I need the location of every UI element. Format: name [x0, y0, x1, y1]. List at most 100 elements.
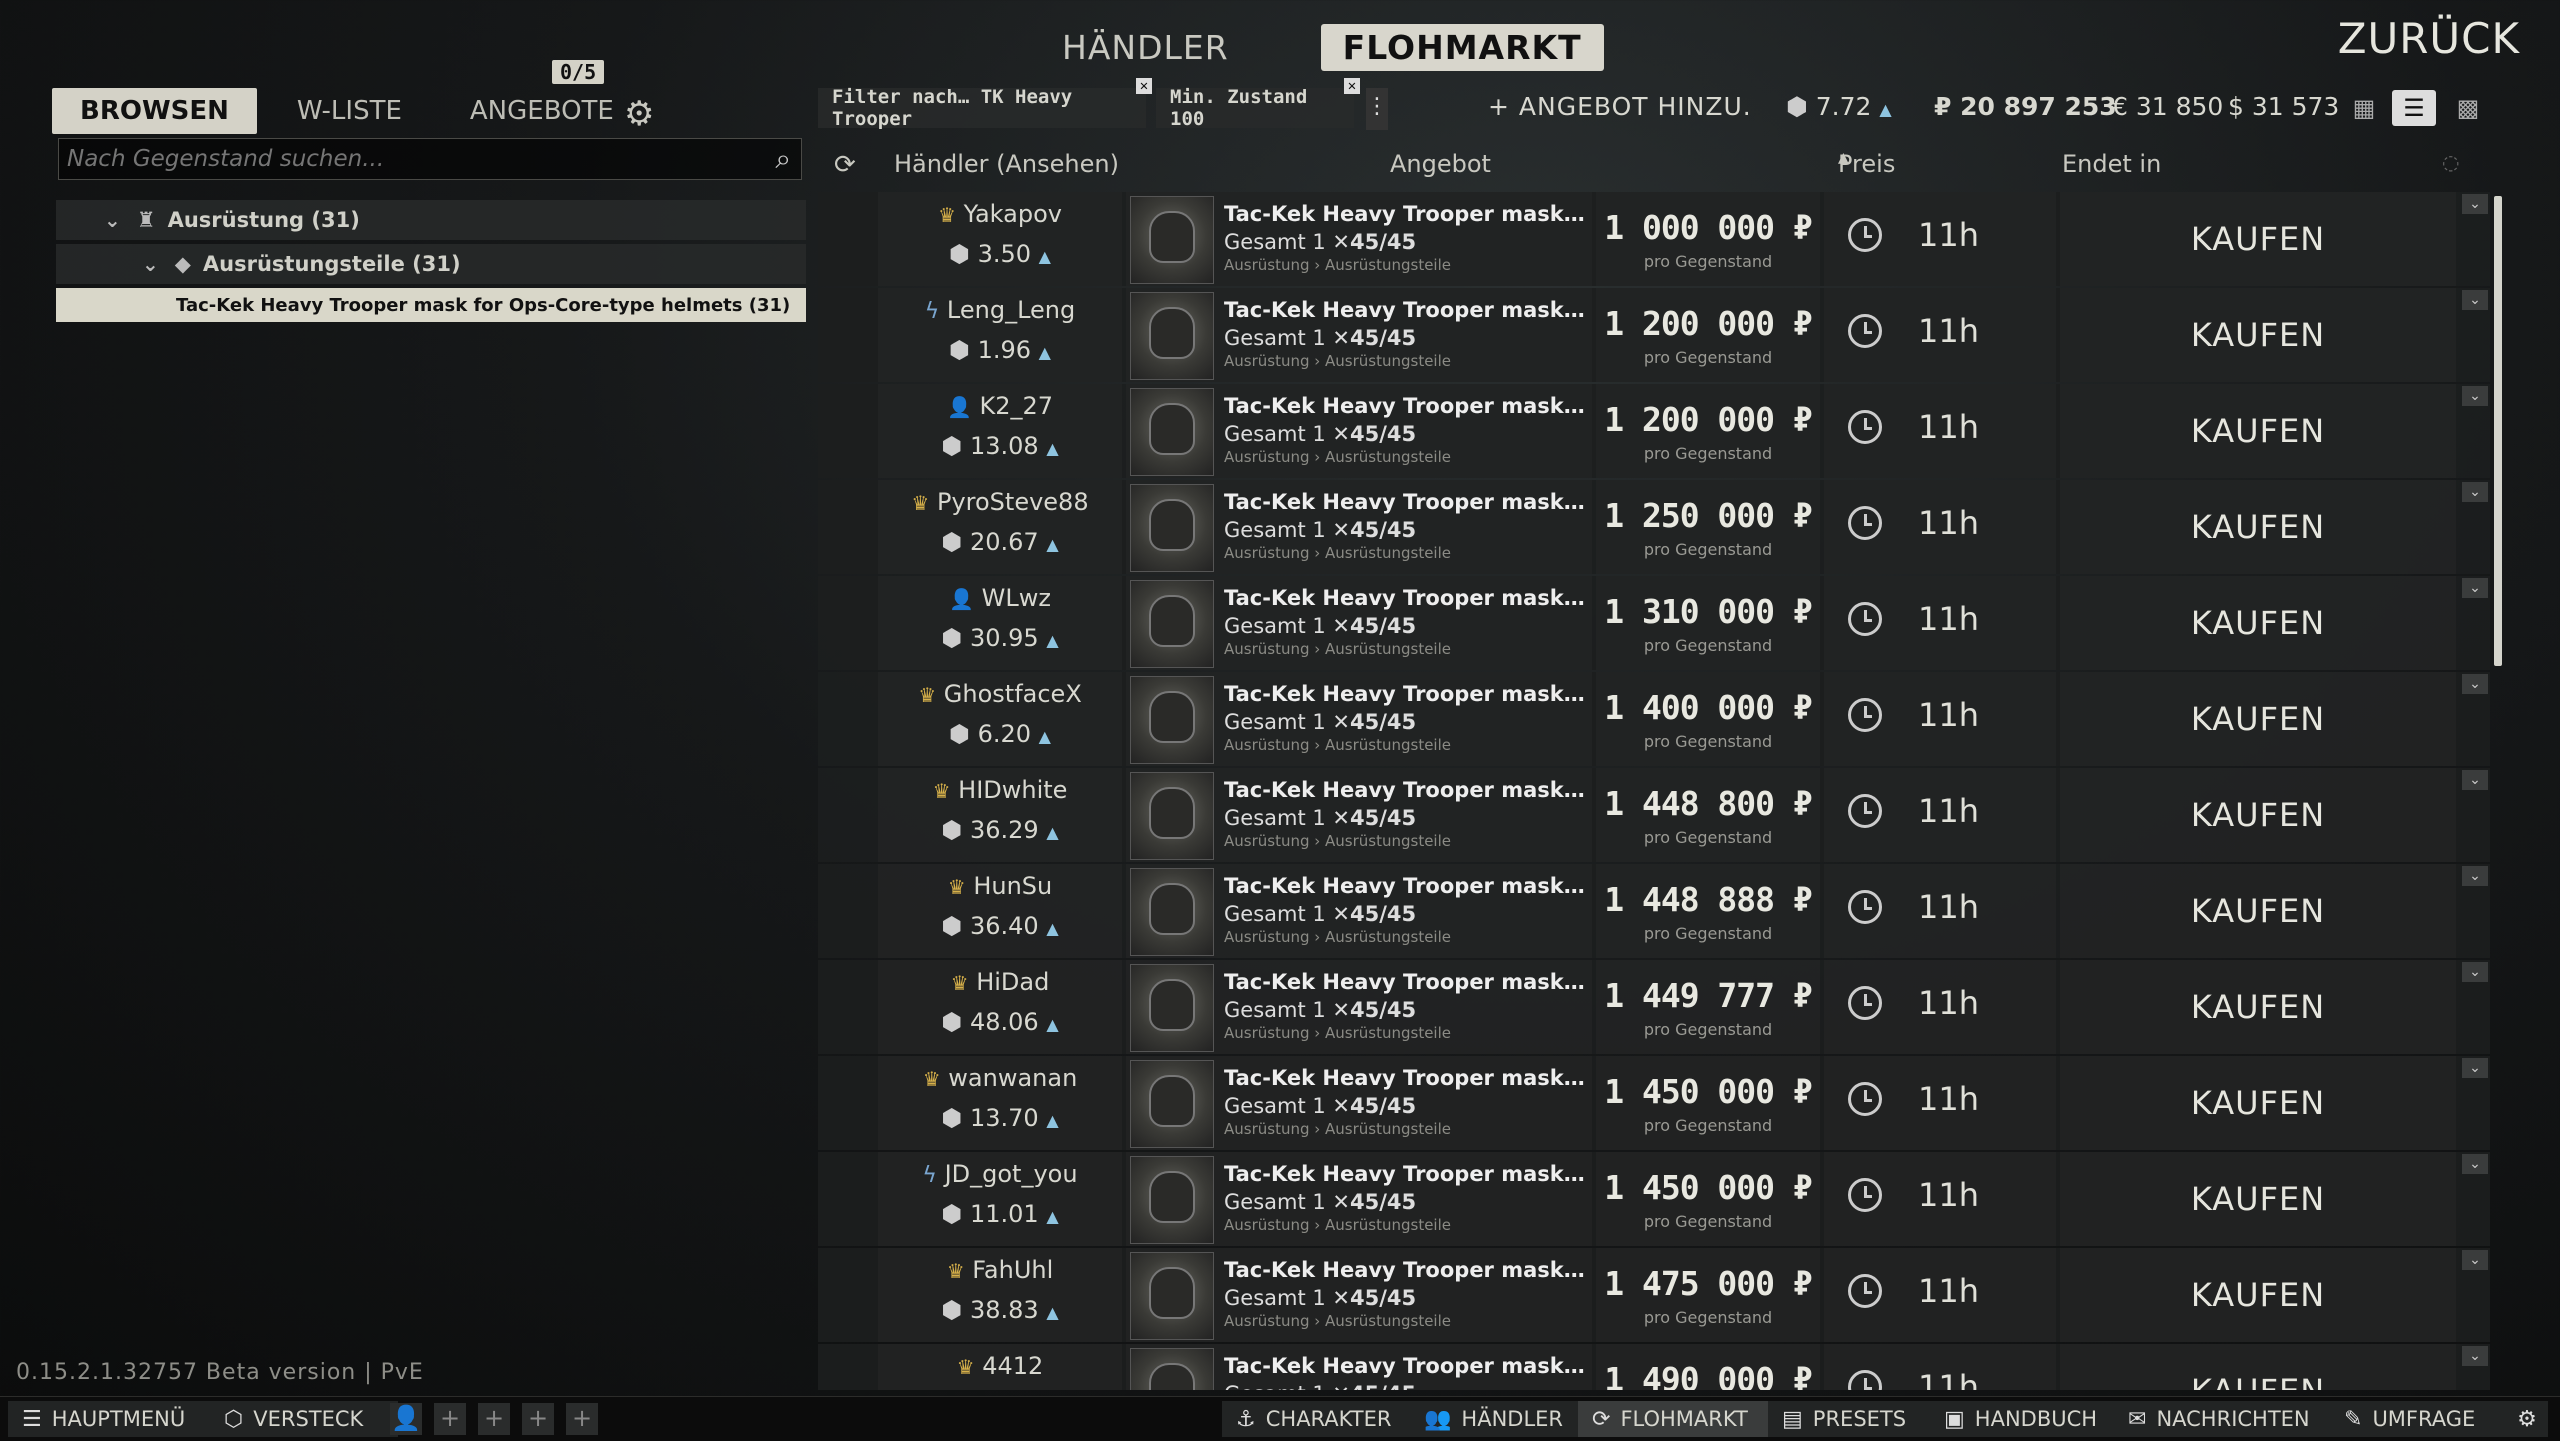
- chevron-down-icon[interactable]: ⌄: [2462, 1154, 2488, 1174]
- table-row[interactable]: ♛ HIDwhite ⬢ 36.29 ▲ Tac-Kek Heavy Troop…: [818, 768, 2490, 862]
- seller-name[interactable]: ♛ Yakapov: [878, 200, 1122, 228]
- chevron-down-icon[interactable]: ⌄: [2462, 674, 2488, 694]
- autorefresh-icon[interactable]: ◌: [2442, 150, 2459, 174]
- messages-button[interactable]: ✉ NACHRICHTEN: [2114, 1401, 2338, 1437]
- item-thumbnail[interactable]: [1130, 1156, 1214, 1244]
- table-row[interactable]: ♛ 4412 ⬢ ▲ Tac-Kek Heavy Trooper mask fo…: [818, 1344, 2490, 1390]
- item-thumbnail[interactable]: [1130, 772, 1214, 860]
- item-thumbnail[interactable]: [1130, 196, 1214, 284]
- tab-fleamarket[interactable]: FLOHMARKT: [1320, 24, 1604, 71]
- chevron-down-icon[interactable]: ⌄: [142, 252, 159, 276]
- seller-name[interactable]: ♛ GhostfaceX: [878, 680, 1122, 708]
- chevron-down-icon[interactable]: ⌄: [2462, 482, 2488, 502]
- seller-name[interactable]: ♛ HunSu: [878, 872, 1122, 900]
- seller-name[interactable]: ♛ PyroSteve88: [878, 488, 1122, 516]
- item-thumbnail[interactable]: [1130, 580, 1214, 668]
- seller-name[interactable]: ♛ HiDad: [878, 968, 1122, 996]
- table-row[interactable]: ♛ PyroSteve88 ⬢ 20.67 ▲ Tac-Kek Heavy Tr…: [818, 480, 2490, 574]
- refresh-icon[interactable]: ⟳: [834, 150, 856, 180]
- seller-name[interactable]: 👤 K2_27: [878, 392, 1122, 420]
- seller-name[interactable]: ϟ Leng_Leng: [878, 296, 1122, 324]
- add-slot-icon[interactable]: +: [478, 1403, 510, 1435]
- scrollbar[interactable]: [2494, 196, 2502, 666]
- table-row[interactable]: ♛ Yakapov ⬢ 3.50 ▲ Tac-Kek Heavy Trooper…: [818, 192, 2490, 286]
- buy-button[interactable]: KAUFEN: [2060, 316, 2456, 354]
- chevron-down-icon[interactable]: ⌄: [2462, 194, 2488, 214]
- chevron-down-icon[interactable]: ⌄: [2462, 866, 2488, 886]
- add-slot-icon[interactable]: +: [434, 1403, 466, 1435]
- tree-item-selected[interactable]: Tac-Kek Heavy Trooper mask for Ops-Core-…: [56, 288, 806, 322]
- more-options-icon[interactable]: ⋮: [1366, 88, 1388, 130]
- buy-button[interactable]: KAUFEN: [2060, 220, 2456, 258]
- filter-by-chip[interactable]: Filter nach… TK Heavy Trooper ✕: [818, 78, 1152, 130]
- chevron-down-icon[interactable]: ⌄: [2462, 1250, 2488, 1270]
- close-icon[interactable]: ✕: [1136, 78, 1152, 94]
- table-row[interactable]: ϟ JD_got_you ⬢ 11.01 ▲ Tac-Kek Heavy Tro…: [818, 1152, 2490, 1246]
- table-row[interactable]: ♛ GhostfaceX ⬢ 6.20 ▲ Tac-Kek Heavy Troo…: [818, 672, 2490, 766]
- traders-button[interactable]: 👥 HÄNDLER: [1410, 1401, 1586, 1437]
- seller-name[interactable]: ♛ 4412: [878, 1352, 1122, 1380]
- table-row[interactable]: ♛ wanwanan ⬢ 13.70 ▲ Tac-Kek Heavy Troop…: [818, 1056, 2490, 1150]
- table-row[interactable]: 👤 K2_27 ⬢ 13.08 ▲ Tac-Kek Heavy Trooper …: [818, 384, 2490, 478]
- table-row[interactable]: ♛ HunSu ⬢ 36.40 ▲ Tac-Kek Heavy Trooper …: [818, 864, 2490, 958]
- min-condition-chip[interactable]: Min. Zustand 100 ✕: [1156, 78, 1360, 130]
- hideout-button[interactable]: ⬡ VERSTECK: [210, 1401, 398, 1437]
- gear-icon[interactable]: ⚙: [624, 94, 654, 134]
- search-input[interactable]: [59, 145, 729, 173]
- item-thumbnail[interactable]: [1130, 868, 1214, 956]
- character-button[interactable]: ⚓ CHARAKTER: [1222, 1401, 1418, 1437]
- main-menu-button[interactable]: ☰ HAUPTMENÜ: [8, 1401, 216, 1437]
- add-offer-button[interactable]: + ANGEBOT HINZU.: [1488, 92, 1752, 121]
- seller-name[interactable]: ♛ wanwanan: [878, 1064, 1122, 1092]
- tree-subcategory[interactable]: ⌄ ◆ Ausrüstungsteile (31): [56, 244, 806, 284]
- table-row[interactable]: 👤 WLwz ⬢ 30.95 ▲ Tac-Kek Heavy Trooper m…: [818, 576, 2490, 670]
- chevron-down-icon[interactable]: ⌄: [2462, 962, 2488, 982]
- back-button[interactable]: ZURÜCK: [2338, 14, 2520, 63]
- buy-button[interactable]: KAUFEN: [2060, 892, 2456, 930]
- tab-wishlist[interactable]: W-LISTE: [269, 88, 430, 134]
- header-offer[interactable]: Angebot: [1390, 150, 1491, 178]
- tab-traders[interactable]: HÄNDLER: [1040, 24, 1251, 71]
- item-thumbnail[interactable]: [1130, 1348, 1214, 1390]
- item-thumbnail[interactable]: [1130, 1252, 1214, 1340]
- survey-button[interactable]: ✎ UMFRAGE: [2330, 1401, 2518, 1437]
- buy-button[interactable]: KAUFEN: [2060, 412, 2456, 450]
- buy-button[interactable]: KAUFEN: [2060, 1372, 2456, 1390]
- settings-button[interactable]: ⚙: [2506, 1401, 2548, 1437]
- header-ends-in[interactable]: Endet in: [2062, 150, 2161, 178]
- chevron-down-icon[interactable]: ⌄: [104, 208, 121, 232]
- close-icon[interactable]: ✕: [1344, 78, 1360, 94]
- chevron-down-icon[interactable]: ⌄: [2462, 770, 2488, 790]
- presets-button[interactable]: ▤ PRESETS: [1768, 1401, 1938, 1437]
- buy-button[interactable]: KAUFEN: [2060, 508, 2456, 546]
- add-slot-icon[interactable]: +: [522, 1403, 554, 1435]
- table-row[interactable]: ϟ Leng_Leng ⬢ 1.96 ▲ Tac-Kek Heavy Troop…: [818, 288, 2490, 382]
- item-thumbnail[interactable]: [1130, 292, 1214, 380]
- seller-name[interactable]: ϟ JD_got_you: [878, 1160, 1122, 1188]
- view-grid-icon[interactable]: ▩: [2446, 90, 2490, 126]
- chevron-down-icon[interactable]: ⌄: [2462, 1058, 2488, 1078]
- buy-button[interactable]: KAUFEN: [2060, 988, 2456, 1026]
- search-icon[interactable]: ⌕: [775, 142, 791, 176]
- user-slot-icon[interactable]: 👤: [390, 1403, 422, 1435]
- view-list-icon[interactable]: ☰: [2392, 90, 2436, 126]
- buy-button[interactable]: KAUFEN: [2060, 700, 2456, 738]
- tree-category[interactable]: ⌄ ♜ Ausrüstung (31): [56, 200, 806, 240]
- seller-name[interactable]: ♛ HIDwhite: [878, 776, 1122, 804]
- buy-button[interactable]: KAUFEN: [2060, 1084, 2456, 1122]
- table-row[interactable]: ♛ HiDad ⬢ 48.06 ▲ Tac-Kek Heavy Trooper …: [818, 960, 2490, 1054]
- chevron-down-icon[interactable]: ⌄: [2462, 1346, 2488, 1366]
- buy-button[interactable]: KAUFEN: [2060, 796, 2456, 834]
- seller-name[interactable]: 👤 WLwz: [878, 584, 1122, 612]
- header-seller[interactable]: Händler (Ansehen): [894, 150, 1119, 178]
- item-thumbnail[interactable]: [1130, 484, 1214, 572]
- item-thumbnail[interactable]: [1130, 1060, 1214, 1148]
- fleamarket-button[interactable]: ⟳ FLOHMARKT: [1578, 1401, 1776, 1437]
- chevron-down-icon[interactable]: ⌄: [2462, 386, 2488, 406]
- buy-button[interactable]: KAUFEN: [2060, 1180, 2456, 1218]
- add-slot-icon[interactable]: +: [566, 1403, 598, 1435]
- chevron-down-icon[interactable]: ⌄: [2462, 290, 2488, 310]
- tab-my-offers[interactable]: ANGEBOTE: [442, 88, 642, 134]
- item-thumbnail[interactable]: [1130, 676, 1214, 764]
- view-compact-icon[interactable]: ▦: [2342, 90, 2386, 126]
